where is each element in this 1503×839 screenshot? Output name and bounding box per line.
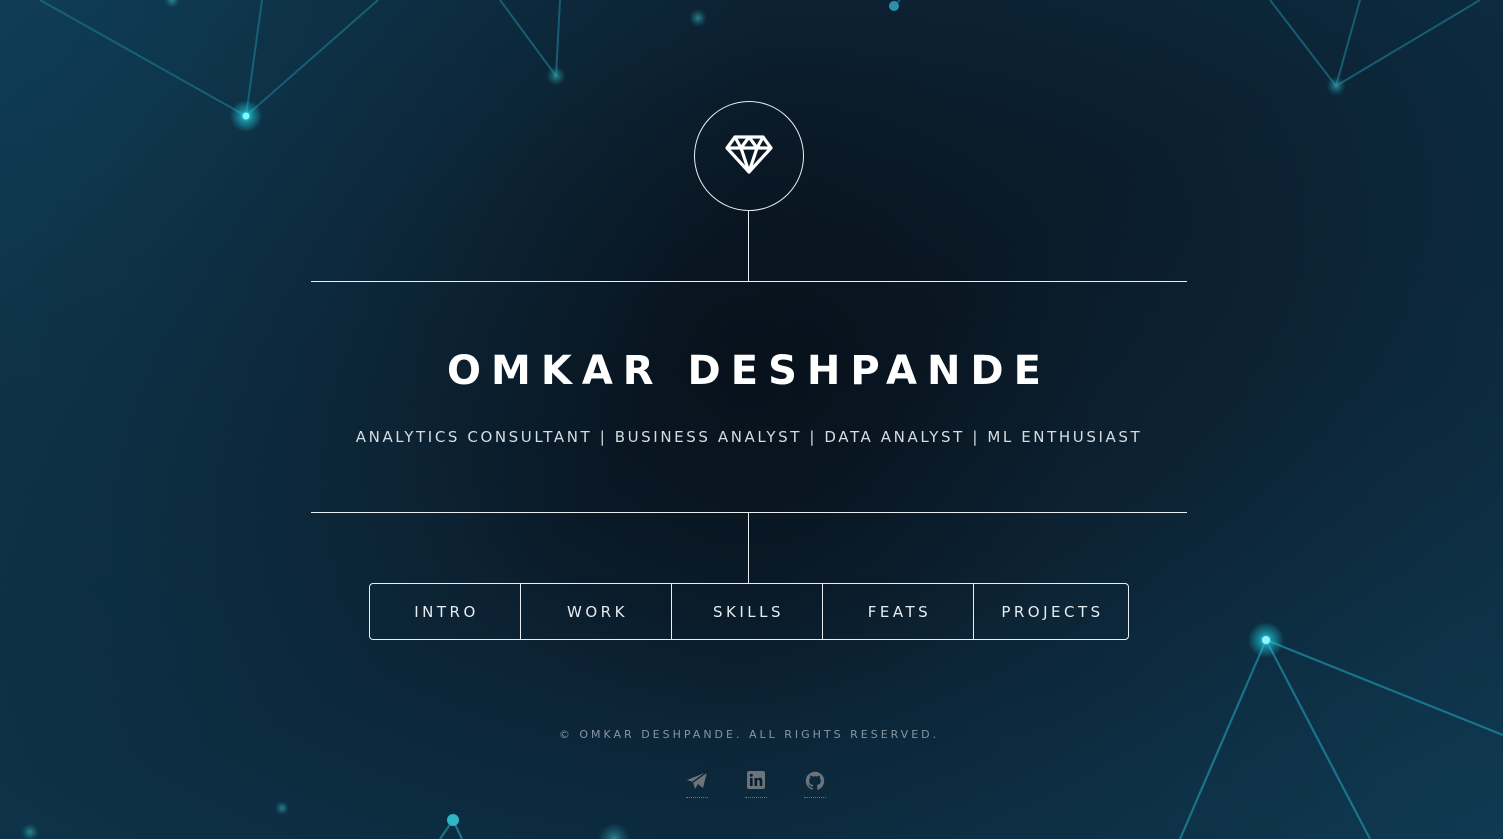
paper-plane-icon[interactable] bbox=[686, 771, 708, 798]
tagline: ANALYTICS CONSULTANT | BUSINESS ANALYST … bbox=[355, 428, 1143, 446]
nav-work[interactable]: WORK bbox=[521, 584, 672, 639]
copyright-text: © OMKAR DESHPANDE. ALL RIGHTS RESERVED. bbox=[558, 728, 940, 741]
connector-bottom bbox=[748, 513, 749, 583]
divider-bottom bbox=[311, 512, 1187, 513]
nav-skills[interactable]: SKILLS bbox=[672, 584, 823, 639]
hero: OMKAR DESHPANDE ANALYTICS CONSULTANT | B… bbox=[0, 0, 1503, 839]
connector-top bbox=[748, 210, 749, 281]
github-icon[interactable] bbox=[804, 771, 826, 798]
main-nav: INTRO WORK SKILLS FEATS PROJECTS bbox=[369, 583, 1129, 640]
social-links bbox=[686, 770, 826, 798]
linkedin-icon[interactable] bbox=[745, 770, 767, 798]
nav-feats[interactable]: FEATS bbox=[823, 584, 974, 639]
logo-badge bbox=[694, 101, 804, 211]
page-title: OMKAR DESHPANDE bbox=[447, 348, 1051, 394]
divider-top bbox=[311, 281, 1187, 282]
nav-projects[interactable]: PROJECTS bbox=[974, 584, 1128, 639]
nav-intro[interactable]: INTRO bbox=[370, 584, 521, 639]
diamond-icon bbox=[725, 134, 773, 179]
